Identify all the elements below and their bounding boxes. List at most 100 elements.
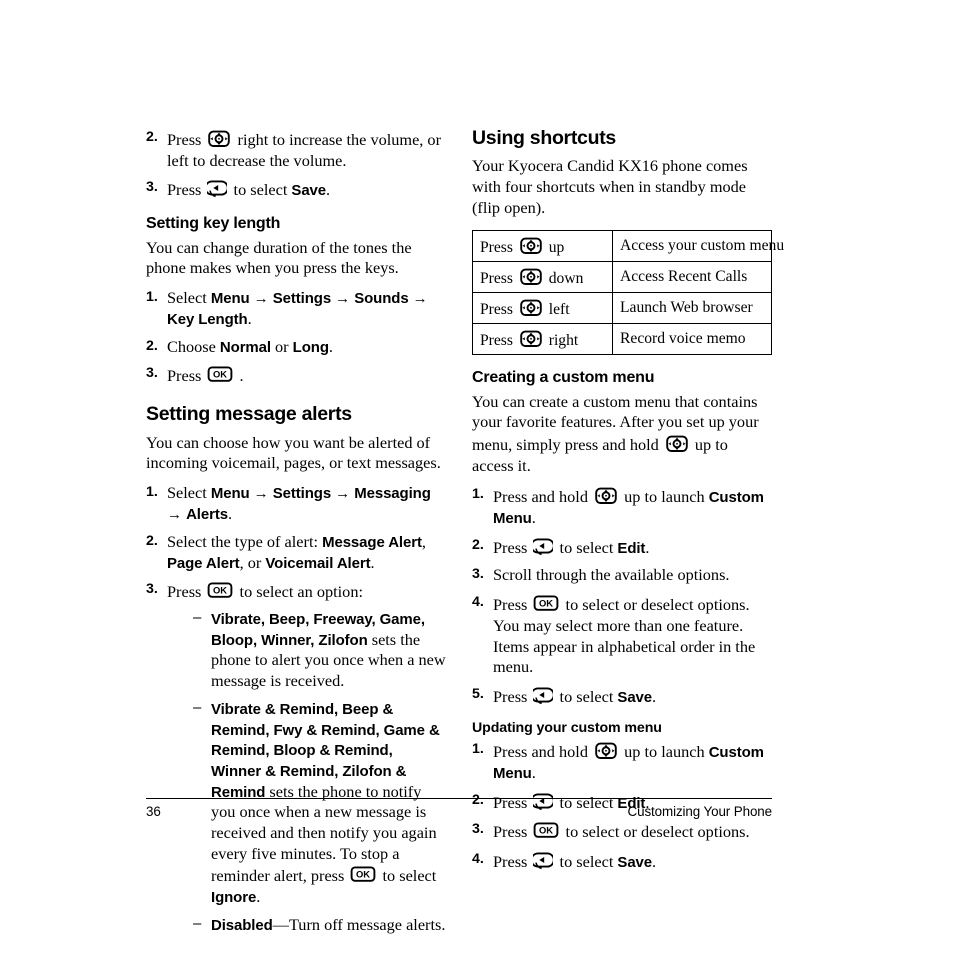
- navigation-key-icon: [665, 433, 689, 454]
- dash-bullet: –: [193, 609, 202, 627]
- option-description: .: [256, 887, 261, 907]
- alert-options-list: – Vibrate, Beep, Freeway, Game, Bloop, Wi…: [193, 609, 446, 935]
- list-item: 2. Press right to increase the volume, or…: [146, 128, 446, 171]
- bold-term: Save: [291, 182, 327, 200]
- step-text: .: [227, 504, 233, 523]
- step-number: 4.: [472, 594, 484, 611]
- continued-steps-list: 2. Press right to increase the volume, or…: [146, 128, 446, 201]
- alert-type: Message Alert: [322, 534, 422, 552]
- step-text: up to launch: [624, 742, 705, 762]
- shortcut-action-cell: Access Recent Calls: [612, 260, 772, 293]
- arrow-icon: →: [253, 291, 269, 308]
- bold-term: Save: [617, 688, 653, 706]
- step-text: or: [275, 336, 289, 356]
- page-footer: 36 Customizing Your Phone: [146, 798, 772, 819]
- step-number: 1.: [146, 289, 158, 306]
- page-body: 2. Press right to increase the volume, or…: [146, 127, 784, 934]
- step-text: to select: [233, 180, 288, 200]
- left-softkey-icon: [207, 178, 228, 199]
- list-item: – Vibrate, Beep, Freeway, Game, Bloop, Wi…: [193, 609, 446, 692]
- list-item: 1. Select Menu → Settings → Sounds → Key …: [146, 288, 446, 330]
- navigation-key-icon: [519, 328, 543, 349]
- message-alerts-steps-list: 1. Select Menu → Settings → Messaging → A…: [146, 483, 446, 935]
- shortcut-action-cell: Access your custom menu: [612, 229, 784, 262]
- step-number: 4.: [472, 850, 484, 867]
- paragraph-custom-menu-intro: You can create a custom menu that contai…: [472, 392, 772, 477]
- list-item: 4. Press to select Save.: [472, 850, 772, 873]
- list-item: 3. Scroll through the available options.: [472, 565, 772, 586]
- arrow-icon: →: [253, 485, 269, 502]
- step-text: Press: [167, 366, 202, 386]
- step-text: .: [239, 366, 244, 386]
- step-number: 3.: [146, 581, 158, 598]
- step-text: Press: [493, 595, 528, 615]
- step-text: .: [645, 537, 650, 557]
- table-row: Press up Access your custom menu: [472, 229, 784, 262]
- footer-content: 36 Customizing Your Phone: [146, 804, 772, 819]
- paragraph-shortcuts-intro: Your Kyocera Candid KX16 phone comes wit…: [472, 156, 748, 217]
- step-text: .: [652, 851, 657, 871]
- arrow-icon: →: [412, 291, 428, 308]
- step-number: 1.: [472, 486, 484, 503]
- option-description: to select: [378, 866, 437, 886]
- navigation-key-icon: [519, 297, 543, 318]
- shortcut-key-cell: Press up: [472, 229, 613, 262]
- right-column: Using shortcuts Your Kyocera Candid KX16…: [472, 127, 784, 942]
- menu-path-item: Menu: [210, 290, 250, 308]
- step-text: Press: [493, 686, 528, 706]
- alert-type: Voicemail Alert: [265, 554, 371, 572]
- list-item: 2. Press to select Edit.: [472, 536, 772, 559]
- list-item: – Disabled—Turn off message alerts.: [193, 915, 446, 936]
- step-text: .: [531, 508, 536, 528]
- direction-label: left: [548, 300, 570, 318]
- step-text: .: [531, 762, 536, 782]
- step-text: Press: [167, 180, 202, 200]
- list-item: 1. Press and hold up to launch Custom Men…: [472, 740, 772, 783]
- arrow-icon: →: [167, 507, 182, 523]
- option-value: Normal: [219, 338, 271, 356]
- comma: ,: [239, 552, 244, 572]
- direction-label: down: [548, 269, 584, 287]
- step-text: to select: [559, 851, 614, 871]
- alert-type: Page Alert: [167, 554, 240, 572]
- ok-key-icon: [350, 864, 376, 885]
- step-number: 3.: [472, 566, 484, 583]
- shortcut-key-cell: Press left: [472, 291, 613, 324]
- step-text: Press and hold: [493, 487, 588, 507]
- shortcut-action-cell: Launch Web browser: [612, 291, 772, 324]
- direction-label: right: [548, 331, 579, 349]
- list-item: 3. Press to select or deselect options.: [472, 820, 772, 843]
- key-length-steps-list: 1. Select Menu → Settings → Sounds → Key …: [146, 288, 446, 387]
- table-row: Press left Launch Web browser: [472, 291, 772, 324]
- navigation-key-icon: [519, 266, 543, 287]
- step-text: .: [247, 309, 252, 329]
- left-softkey-icon: [533, 536, 554, 557]
- list-item: 4. Press to select or deselect options. Y…: [472, 593, 772, 678]
- option-value: Long: [292, 338, 329, 356]
- list-item: 1. Select Menu → Settings → Messaging → A…: [146, 483, 446, 525]
- list-item: 3. Press to select Save.: [146, 178, 446, 201]
- step-text: .: [652, 686, 657, 706]
- step-text: Press: [493, 537, 528, 557]
- step-text: to select or deselect options.: [565, 822, 750, 842]
- step-text: .: [370, 552, 375, 572]
- step-text: to select an option:: [239, 582, 363, 602]
- step-text: .: [328, 336, 333, 356]
- press-label: Press: [480, 300, 513, 318]
- list-item: 2. Select the type of alert: Message Aler…: [146, 532, 446, 573]
- left-column: 2. Press right to increase the volume, or…: [146, 128, 446, 942]
- heading-updating-custom-menu: Updating your custom menu: [472, 719, 662, 736]
- list-item: 2. Choose Normal or Long.: [146, 337, 446, 358]
- navigation-key-icon: [594, 740, 618, 761]
- two-column-layout: 2. Press right to increase the volume, or…: [146, 127, 784, 942]
- list-item: 3. Press to select an option: – Vibrate, B…: [146, 580, 446, 935]
- shortcut-key-cell: Press right: [472, 322, 613, 356]
- heading-setting-key-length: Setting key length: [146, 215, 281, 233]
- option-value: Ignore: [211, 889, 257, 907]
- paragraph-message-alerts-intro: You can choose how you want be alerted o…: [146, 432, 441, 473]
- table-row: Press right Record voice memo: [472, 322, 772, 356]
- creating-custom-menu-steps-list: 1. Press and hold up to launch Custom Men…: [472, 485, 772, 707]
- arrow-icon: →: [335, 485, 351, 502]
- step-text: Press: [493, 822, 528, 842]
- heading-creating-custom-menu: Creating a custom menu: [472, 369, 655, 387]
